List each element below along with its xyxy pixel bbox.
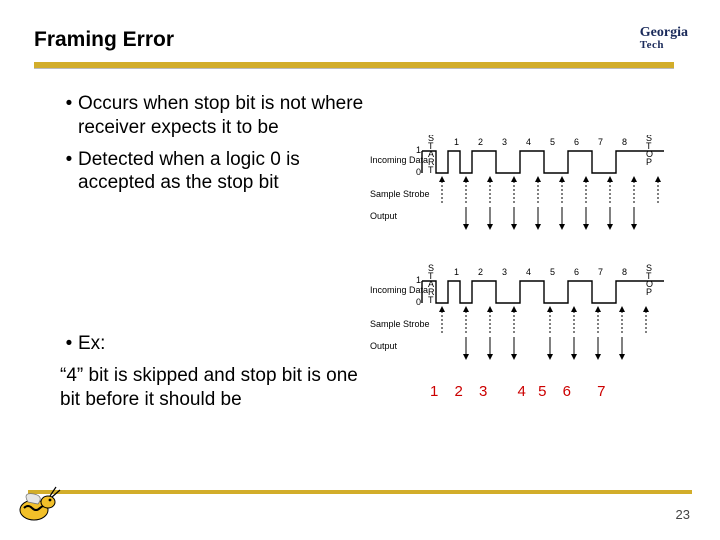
bit-label: 1 [454,267,459,277]
bit-label: 4 [526,267,531,277]
waveform-error [422,281,664,303]
bullet-dot-icon: • [60,148,78,196]
output-arrows-correct [466,207,634,227]
error-bit-sequence: 1 2 3 4 5 6 7 [430,383,605,400]
bit-label: P [646,157,652,167]
ex-label: Ex: [78,332,370,356]
bit-label: 3 [502,137,507,147]
err-n: 1 [430,383,438,400]
level-1b: 1 [416,275,421,285]
err-n: 7 [597,383,605,400]
bullet-item: • Occurs when stop bit is not where rece… [60,92,370,140]
bit-label: 2 [478,267,483,277]
label-sample-strobe: Sample Strobe [370,189,430,199]
level-1: 1 [416,145,421,155]
strobe-arrows-correct [442,179,658,203]
bit-label: 1 [454,137,459,147]
bit-label: 8 [622,137,627,147]
label-incoming-data-2: Incoming Data [370,285,428,295]
bit-label: T [428,165,434,175]
err-n: 4 [518,383,526,400]
bit-label: 2 [478,137,483,147]
bit-label: 7 [598,267,603,277]
bullet-text: Occurs when stop bit is not where receiv… [78,92,370,140]
ex-text: “4” bit is skipped and stop bit is one b… [60,364,370,412]
mascot-yellow-jacket-icon [10,480,74,528]
bullet-item: • Detected when a logic 0 is accepted as… [60,148,370,196]
bit-label: 6 [574,267,579,277]
page-number: 23 [676,507,690,522]
example-block: • Ex: “4” bit is skipped and stop bit is… [60,332,370,411]
bit-label: 8 [622,267,627,277]
bit-label: 5 [550,267,555,277]
bullet-dot-icon: • [60,332,78,356]
strobe-arrows-error [442,309,646,333]
err-n: 2 [455,383,463,400]
bullet-list: • Occurs when stop bit is not where rece… [60,92,370,203]
page-title: Framing Error [34,28,174,52]
bit-label: 6 [574,137,579,147]
level-0b: 0 [416,297,421,307]
bit-label: T [428,295,434,305]
bit-label: 3 [502,267,507,277]
label-sample-strobe-2: Sample Strobe [370,319,430,329]
label-output: Output [370,211,398,221]
bullet-item: • Ex: [60,332,370,356]
logo-georgia-tech: Georgia Tech [640,26,688,51]
logo-line2: Tech [640,40,688,51]
footer-rule [28,490,692,494]
label-output-2: Output [370,341,398,351]
output-arrows-error [466,337,622,357]
bit-label: P [646,287,652,297]
bullet-dot-icon: • [60,92,78,140]
bit-label: 7 [598,137,603,147]
err-n: 3 [479,383,487,400]
title-rule-gray [34,68,674,69]
label-incoming-data: Incoming Data [370,155,428,165]
err-n: 6 [563,383,571,400]
bit-label: 5 [550,137,555,147]
logo-line1: Georgia [640,26,688,40]
err-n: 5 [538,383,546,400]
bullet-text: Detected when a logic 0 is accepted as t… [78,148,370,196]
timing-diagram: Incoming Data Sample Strobe Output 1 0 S… [368,135,700,385]
bit-label: 4 [526,137,531,147]
level-0: 0 [416,167,421,177]
waveform-correct [422,151,664,173]
